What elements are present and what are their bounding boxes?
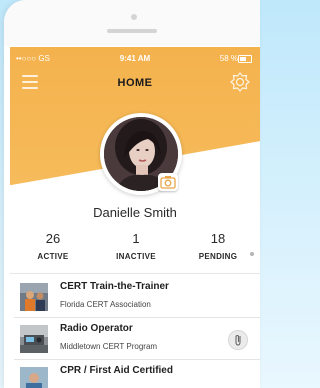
paperclip-icon [235, 334, 241, 346]
stat-pending-count: 18 [210, 231, 226, 246]
front-camera [131, 14, 137, 20]
stat-active[interactable]: 26 ACTIVE [13, 231, 93, 261]
battery-percent: 58 % [219, 54, 238, 63]
page-indicator-dot [250, 252, 254, 256]
cpr-photo [20, 367, 48, 388]
battery-icon [238, 55, 252, 63]
list-item[interactable]: Radio Operator Middletown CERT Program [14, 319, 260, 360]
camera-icon [160, 176, 176, 189]
cert-org: Middletown CERT Program [60, 342, 158, 351]
phone-top-bezel [4, 0, 260, 46]
app-screen: ••○○○ GS 9:41 AM 58 % HOME Danielle Smit… [10, 47, 260, 388]
attachment-button[interactable] [228, 330, 248, 350]
stat-active-count: 26 [45, 231, 61, 246]
list-item[interactable]: CPR / First Aid Certified [14, 361, 260, 388]
stats-row: 26 ACTIVE 1 INACTIVE 18 PENDING [10, 231, 260, 271]
cert-thumbnail [20, 325, 48, 353]
stat-inactive[interactable]: 1 INACTIVE [96, 231, 176, 261]
change-photo-button[interactable] [158, 173, 178, 191]
stat-pending[interactable]: 18 PENDING [178, 231, 258, 261]
radio-photo [20, 325, 48, 353]
cert-org: Florida CERT Association [60, 300, 151, 309]
stat-pending-label: PENDING [198, 252, 238, 261]
cert-thumbnail [20, 367, 48, 388]
stat-active-label: ACTIVE [37, 252, 69, 261]
earpiece-speaker [107, 29, 157, 33]
cert-title: Radio Operator [60, 323, 133, 334]
cert-title: CPR / First Aid Certified [60, 365, 173, 376]
status-bar: ••○○○ GS 9:41 AM 58 % [10, 47, 260, 69]
profile-name: Danielle Smith [93, 205, 177, 220]
stat-inactive-count: 1 [132, 231, 140, 246]
cert-thumbnail [20, 283, 48, 311]
stat-inactive-label: INACTIVE [116, 252, 156, 261]
cert-title: CERT Train-the-Trainer [60, 281, 169, 292]
badge-award-icon[interactable] [230, 72, 250, 92]
trainer-photo [20, 283, 48, 311]
nav-bar: HOME [10, 69, 260, 97]
page-title: HOME [117, 77, 153, 89]
list-separator [10, 273, 260, 274]
list-item[interactable]: CERT Train-the-Trainer Florida CERT Asso… [14, 277, 260, 318]
